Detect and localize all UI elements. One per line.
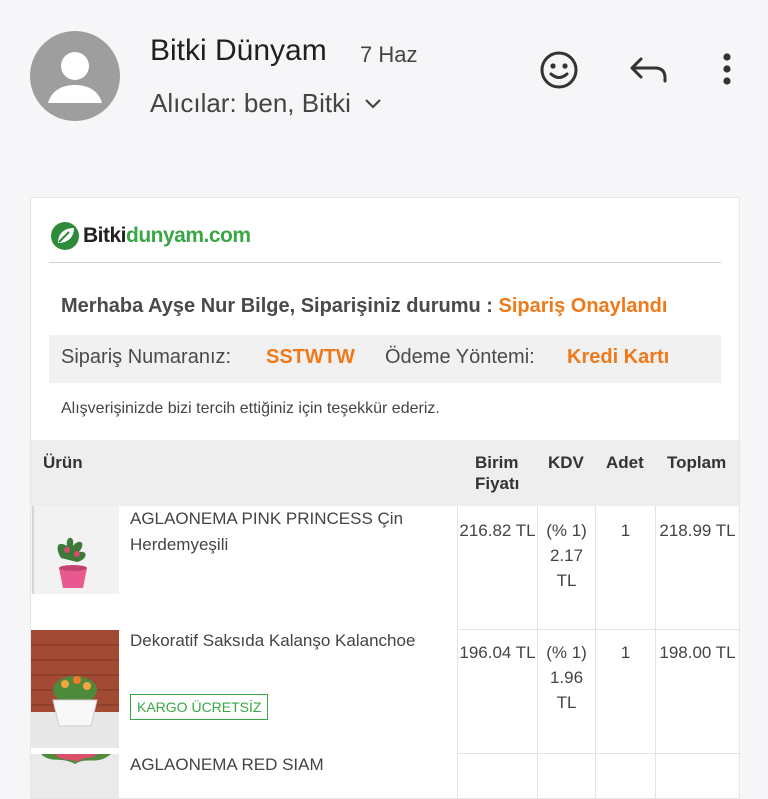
qty-cell	[595, 754, 656, 798]
product-image[interactable]	[31, 754, 119, 798]
payment-method-label: Ödeme Yöntemi:	[385, 346, 535, 368]
kdv-rate: (% 1)	[546, 643, 587, 662]
logo-text-part2: dunyam.com	[126, 224, 251, 247]
email-date: 7 Haz	[360, 42, 418, 67]
table-row[interactable]: AGLAONEMA RED SIAM	[31, 754, 739, 798]
total-cell: 218.99 TL	[655, 506, 739, 630]
order-status: Sipariş Onaylandı	[498, 295, 668, 317]
table-row[interactable]: Dekoratif Saksıda Kalanşo Kalanchoe KARG…	[31, 630, 739, 754]
sender-avatar[interactable]	[30, 31, 120, 121]
chevron-down-icon	[365, 98, 381, 109]
plant-photo-icon	[31, 506, 119, 594]
logo-leaf-icon	[51, 222, 79, 250]
qty-cell: 1	[595, 506, 655, 630]
total-cell: 198.00 TL	[655, 630, 739, 754]
order-number-label: Sipariş Numaranız:	[61, 346, 232, 368]
plant-photo-icon	[31, 630, 119, 748]
product-name[interactable]: AGLAONEMA PINK PRINCESS Çin Herdemyeşili	[130, 506, 430, 558]
kdv-rate: (% 1)	[546, 521, 587, 540]
plant-photo-icon	[31, 754, 119, 798]
greeting: Merhaba Ayşe Nur Bilge, Siparişiniz duru…	[61, 295, 667, 318]
unit-price-cell: 196.04 TL	[457, 630, 537, 754]
table-row[interactable]: AGLAONEMA PINK PRINCESS Çin Herdemyeşili…	[31, 506, 739, 630]
greeting-text: Merhaba Ayşe Nur Bilge, Siparişiniz duru…	[61, 295, 499, 317]
col-unit-price-line2: Fiyatı	[475, 474, 520, 493]
more-options-button[interactable]	[705, 48, 749, 92]
payment-method: Kredi Kartı	[567, 346, 670, 368]
emoji-reaction-button[interactable]	[537, 48, 581, 92]
divider	[49, 262, 721, 263]
table-header: Ürün Birim Fiyatı KDV Adet Toplam	[31, 440, 739, 506]
product-image[interactable]	[31, 630, 119, 748]
thanks-message: Alışverişinizde bizi tercih ettiğiniz iç…	[61, 400, 440, 417]
product-name[interactable]: Dekoratif Saksıda Kalanşo Kalanchoe	[130, 628, 430, 654]
email-header: Bitki Dünyam 7 Haz Alıcılar: ben, Bitki	[0, 0, 768, 160]
unit-price-cell: 216.82 TL	[457, 506, 537, 630]
kdv-cell: (% 1) 2.17 TL	[537, 506, 595, 630]
sender-name: Bitki Dünyam	[150, 34, 327, 67]
brand-logo[interactable]: Bitki dunyam.com	[49, 220, 251, 252]
col-kdv: KDV	[548, 453, 584, 472]
col-qty: Adet	[606, 453, 644, 472]
qty-cell: 1	[595, 630, 655, 754]
product-image[interactable]	[31, 506, 119, 594]
col-product: Ürün	[43, 453, 83, 472]
col-unit-price-line1: Birim	[475, 453, 519, 472]
recipients-label: Alıcılar: ben, Bitki	[150, 88, 351, 118]
kdv-cell	[537, 754, 596, 798]
col-total: Toplam	[667, 453, 727, 472]
reply-button[interactable]	[627, 48, 671, 92]
order-info-bar: Sipariş Numaranız: SSTWTW Ödeme Yöntemi:…	[49, 335, 721, 383]
kdv-amount: 1.96 TL	[549, 668, 584, 712]
more-vert-icon	[723, 53, 731, 85]
product-name[interactable]: AGLAONEMA RED SIAM	[130, 752, 430, 778]
logo-text-part1: Bitki	[83, 224, 127, 247]
email-body: Bitki dunyam.com Merhaba Ayşe Nur Bilge, …	[30, 197, 740, 799]
total-cell	[655, 754, 740, 798]
free-shipping-badge: KARGO ÜCRETSİZ	[130, 694, 269, 720]
col-unit-price: Birim Fiyatı	[475, 452, 519, 494]
emoji-smile-icon	[540, 51, 578, 89]
kdv-amount: 2.17 TL	[549, 546, 584, 590]
avatar-person-icon	[48, 52, 102, 103]
reply-icon	[630, 57, 667, 83]
order-number: SSTWTW	[266, 346, 355, 368]
recipients-toggle[interactable]: Alıcılar: ben, Bitki	[150, 88, 383, 119]
kdv-cell: (% 1) 1.96 TL	[537, 630, 595, 754]
unit-price-cell	[457, 754, 538, 798]
